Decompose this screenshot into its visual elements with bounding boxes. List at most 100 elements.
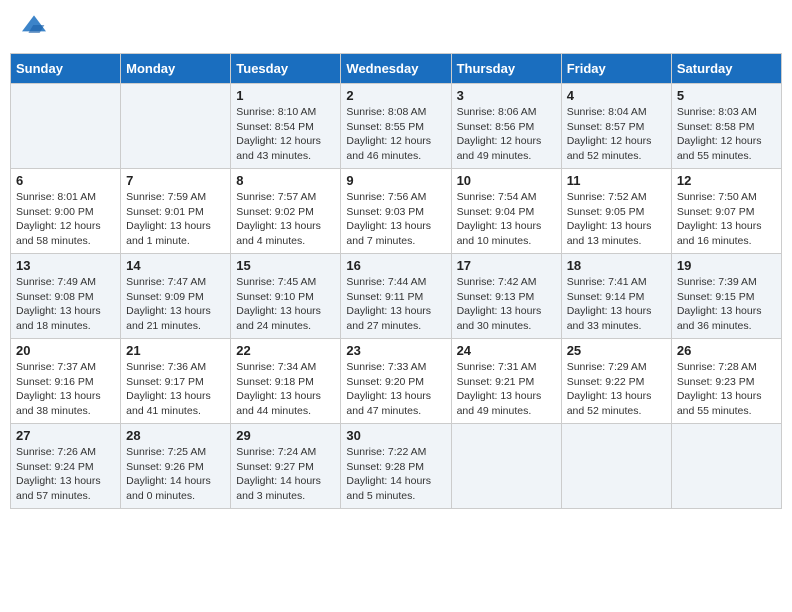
day-number: 2 xyxy=(346,88,445,103)
day-number: 10 xyxy=(457,173,556,188)
day-info: Sunrise: 7:26 AM Sunset: 9:24 PM Dayligh… xyxy=(16,445,115,504)
day-number: 12 xyxy=(677,173,776,188)
day-cell xyxy=(671,424,781,509)
day-number: 7 xyxy=(126,173,225,188)
day-info: Sunrise: 7:41 AM Sunset: 9:14 PM Dayligh… xyxy=(567,275,666,334)
day-number: 29 xyxy=(236,428,335,443)
day-info: Sunrise: 7:45 AM Sunset: 9:10 PM Dayligh… xyxy=(236,275,335,334)
day-number: 3 xyxy=(457,88,556,103)
day-number: 30 xyxy=(346,428,445,443)
week-row-3: 13 Sunrise: 7:49 AM Sunset: 9:08 PM Dayli… xyxy=(11,254,782,339)
day-cell: 24 Sunrise: 7:31 AM Sunset: 9:21 PM Dayli… xyxy=(451,339,561,424)
day-number: 24 xyxy=(457,343,556,358)
day-header-wednesday: Wednesday xyxy=(341,54,451,84)
day-cell: 19Sunrise: 7:39 AM Sunset: 9:15 PM Dayli… xyxy=(671,254,781,339)
day-header-saturday: Saturday xyxy=(671,54,781,84)
day-cell: 9 Sunrise: 7:56 AM Sunset: 9:03 PM Daylig… xyxy=(341,169,451,254)
day-cell: 3 Sunrise: 8:06 AM Sunset: 8:56 PM Daylig… xyxy=(451,84,561,169)
day-number: 11 xyxy=(567,173,666,188)
day-info: Sunrise: 8:04 AM Sunset: 8:57 PM Dayligh… xyxy=(567,105,666,164)
day-number: 5 xyxy=(677,88,776,103)
day-number: 4 xyxy=(567,88,666,103)
day-info: Sunrise: 7:39 AM Sunset: 9:15 PM Dayligh… xyxy=(677,275,776,334)
day-cell: 28 Sunrise: 7:25 AM Sunset: 9:26 PM Dayli… xyxy=(121,424,231,509)
day-number: 25 xyxy=(567,343,666,358)
day-cell: 17 Sunrise: 7:42 AM Sunset: 9:13 PM Dayli… xyxy=(451,254,561,339)
day-header-sunday: Sunday xyxy=(11,54,121,84)
day-info: Sunrise: 7:56 AM Sunset: 9:03 PM Dayligh… xyxy=(346,190,445,249)
day-cell: 14 Sunrise: 7:47 AM Sunset: 9:09 PM Dayli… xyxy=(121,254,231,339)
day-cell: 11 Sunrise: 7:52 AM Sunset: 9:05 PM Dayli… xyxy=(561,169,671,254)
day-info: Sunrise: 7:44 AM Sunset: 9:11 PM Dayligh… xyxy=(346,275,445,334)
day-number: 13 xyxy=(16,258,115,273)
day-info: Sunrise: 7:22 AM Sunset: 9:28 PM Dayligh… xyxy=(346,445,445,504)
day-info: Sunrise: 8:03 AM Sunset: 8:58 PM Dayligh… xyxy=(677,105,776,164)
day-number: 6 xyxy=(16,173,115,188)
day-info: Sunrise: 7:59 AM Sunset: 9:01 PM Dayligh… xyxy=(126,190,225,249)
day-number: 9 xyxy=(346,173,445,188)
week-row-5: 27 Sunrise: 7:26 AM Sunset: 9:24 PM Dayli… xyxy=(11,424,782,509)
day-info: Sunrise: 7:49 AM Sunset: 9:08 PM Dayligh… xyxy=(16,275,115,334)
day-cell: 30 Sunrise: 7:22 AM Sunset: 9:28 PM Dayli… xyxy=(341,424,451,509)
day-info: Sunrise: 7:52 AM Sunset: 9:05 PM Dayligh… xyxy=(567,190,666,249)
day-cell xyxy=(11,84,121,169)
day-cell: 27 Sunrise: 7:26 AM Sunset: 9:24 PM Dayli… xyxy=(11,424,121,509)
day-cell: 18 Sunrise: 7:41 AM Sunset: 9:14 PM Dayli… xyxy=(561,254,671,339)
day-number: 18 xyxy=(567,258,666,273)
day-info: Sunrise: 7:29 AM Sunset: 9:22 PM Dayligh… xyxy=(567,360,666,419)
day-info: Sunrise: 8:08 AM Sunset: 8:55 PM Dayligh… xyxy=(346,105,445,164)
day-info: Sunrise: 8:10 AM Sunset: 8:54 PM Dayligh… xyxy=(236,105,335,164)
day-cell: 16 Sunrise: 7:44 AM Sunset: 9:11 PM Dayli… xyxy=(341,254,451,339)
calendar-table: SundayMondayTuesdayWednesdayThursdayFrid… xyxy=(10,53,782,509)
day-header-friday: Friday xyxy=(561,54,671,84)
day-cell: 5 Sunrise: 8:03 AM Sunset: 8:58 PM Daylig… xyxy=(671,84,781,169)
day-cell: 26Sunrise: 7:28 AM Sunset: 9:23 PM Dayli… xyxy=(671,339,781,424)
week-row-1: 1Sunrise: 8:10 AM Sunset: 8:54 PM Daylig… xyxy=(11,84,782,169)
day-cell: 8Sunrise: 7:57 AM Sunset: 9:02 PM Daylig… xyxy=(231,169,341,254)
day-cell: 2 Sunrise: 8:08 AM Sunset: 8:55 PM Daylig… xyxy=(341,84,451,169)
day-cell: 15 Sunrise: 7:45 AM Sunset: 9:10 PM Dayli… xyxy=(231,254,341,339)
day-cell: 29Sunrise: 7:24 AM Sunset: 9:27 PM Dayli… xyxy=(231,424,341,509)
day-cell: 25 Sunrise: 7:29 AM Sunset: 9:22 PM Dayli… xyxy=(561,339,671,424)
day-header-thursday: Thursday xyxy=(451,54,561,84)
day-number: 14 xyxy=(126,258,225,273)
day-cell: 6 Sunrise: 8:01 AM Sunset: 9:00 PM Daylig… xyxy=(11,169,121,254)
day-info: Sunrise: 8:01 AM Sunset: 9:00 PM Dayligh… xyxy=(16,190,115,249)
day-info: Sunrise: 7:33 AM Sunset: 9:20 PM Dayligh… xyxy=(346,360,445,419)
day-number: 26 xyxy=(677,343,776,358)
header xyxy=(10,10,782,45)
header-row: SundayMondayTuesdayWednesdayThursdayFrid… xyxy=(11,54,782,84)
day-cell: 12Sunrise: 7:50 AM Sunset: 9:07 PM Dayli… xyxy=(671,169,781,254)
day-info: Sunrise: 7:47 AM Sunset: 9:09 PM Dayligh… xyxy=(126,275,225,334)
day-number: 23 xyxy=(346,343,445,358)
day-cell: 21 Sunrise: 7:36 AM Sunset: 9:17 PM Dayli… xyxy=(121,339,231,424)
day-header-monday: Monday xyxy=(121,54,231,84)
day-info: Sunrise: 7:42 AM Sunset: 9:13 PM Dayligh… xyxy=(457,275,556,334)
day-cell xyxy=(121,84,231,169)
day-info: Sunrise: 8:06 AM Sunset: 8:56 PM Dayligh… xyxy=(457,105,556,164)
day-info: Sunrise: 7:31 AM Sunset: 9:21 PM Dayligh… xyxy=(457,360,556,419)
day-header-tuesday: Tuesday xyxy=(231,54,341,84)
day-cell xyxy=(561,424,671,509)
day-number: 21 xyxy=(126,343,225,358)
day-info: Sunrise: 7:25 AM Sunset: 9:26 PM Dayligh… xyxy=(126,445,225,504)
day-cell: 23 Sunrise: 7:33 AM Sunset: 9:20 PM Dayli… xyxy=(341,339,451,424)
logo xyxy=(20,15,46,40)
day-info: Sunrise: 7:34 AM Sunset: 9:18 PM Dayligh… xyxy=(236,360,335,419)
day-number: 15 xyxy=(236,258,335,273)
day-info: Sunrise: 7:36 AM Sunset: 9:17 PM Dayligh… xyxy=(126,360,225,419)
day-number: 28 xyxy=(126,428,225,443)
week-row-2: 6 Sunrise: 8:01 AM Sunset: 9:00 PM Daylig… xyxy=(11,169,782,254)
day-number: 8 xyxy=(236,173,335,188)
day-number: 22 xyxy=(236,343,335,358)
day-cell: 20Sunrise: 7:37 AM Sunset: 9:16 PM Dayli… xyxy=(11,339,121,424)
day-cell xyxy=(451,424,561,509)
day-number: 17 xyxy=(457,258,556,273)
day-number: 27 xyxy=(16,428,115,443)
day-cell: 22 Sunrise: 7:34 AM Sunset: 9:18 PM Dayli… xyxy=(231,339,341,424)
day-cell: 7 Sunrise: 7:59 AM Sunset: 9:01 PM Daylig… xyxy=(121,169,231,254)
day-cell: 4 Sunrise: 8:04 AM Sunset: 8:57 PM Daylig… xyxy=(561,84,671,169)
day-cell: 13 Sunrise: 7:49 AM Sunset: 9:08 PM Dayli… xyxy=(11,254,121,339)
day-number: 16 xyxy=(346,258,445,273)
day-cell: 1Sunrise: 8:10 AM Sunset: 8:54 PM Daylig… xyxy=(231,84,341,169)
